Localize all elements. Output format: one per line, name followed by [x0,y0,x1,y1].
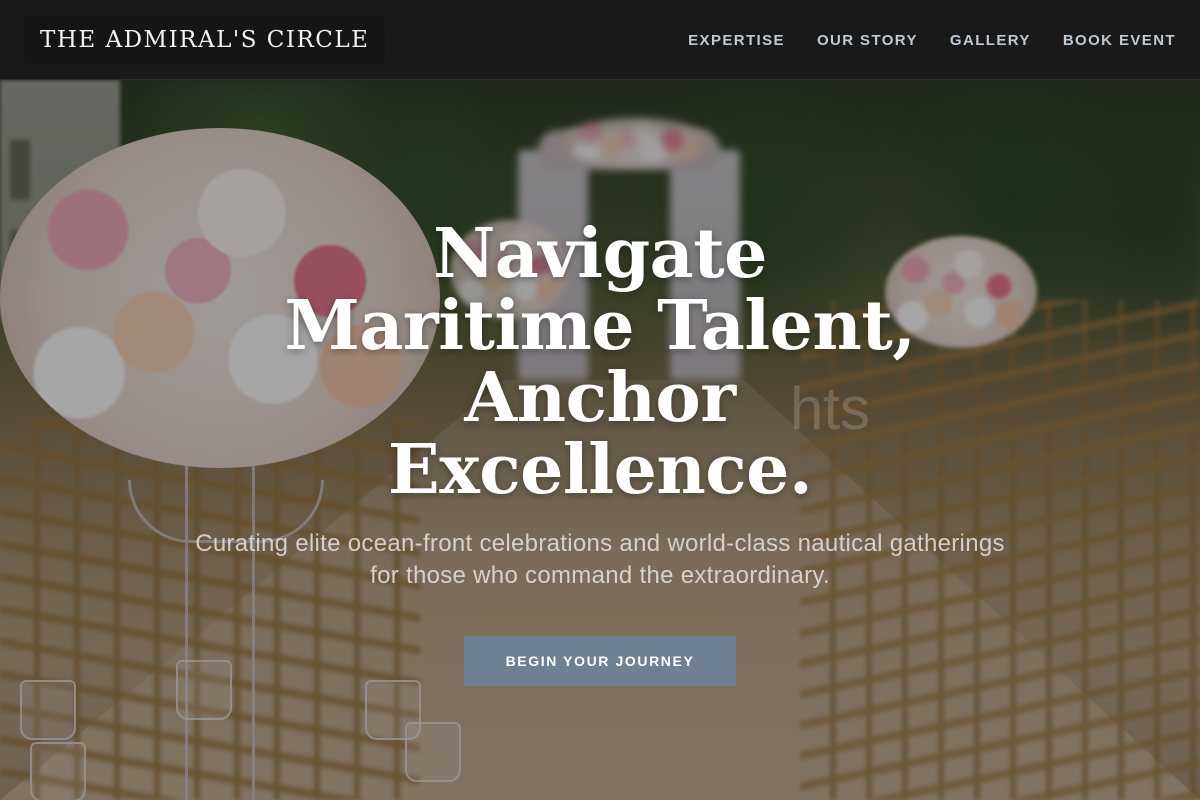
hero-subheadline: Curating elite ocean-front celebrations … [195,530,1005,589]
begin-journey-button[interactable]: BEGIN YOUR JOURNEY [464,636,736,686]
hero-content: Navigate Maritime Talent, Anchor Excelle… [0,218,1200,686]
nav-link-expertise[interactable]: EXPERTISE [688,32,785,49]
brand-logo[interactable]: THE ADMIRAL'S CIRCLE [24,16,386,64]
nav-link-gallery[interactable]: GALLERY [950,32,1031,49]
nav-links: EXPERTISE OUR STORY GALLERY BOOK EVENT [688,0,1176,80]
top-navigation-bar: THE ADMIRAL'S CIRCLE EXPERTISE OUR STORY… [0,0,1200,80]
nav-link-our-story[interactable]: OUR STORY [817,32,918,49]
nav-link-book-event[interactable]: BOOK EVENT [1063,32,1176,49]
hero-headline: Navigate Maritime Talent, Anchor Excelle… [284,214,916,510]
